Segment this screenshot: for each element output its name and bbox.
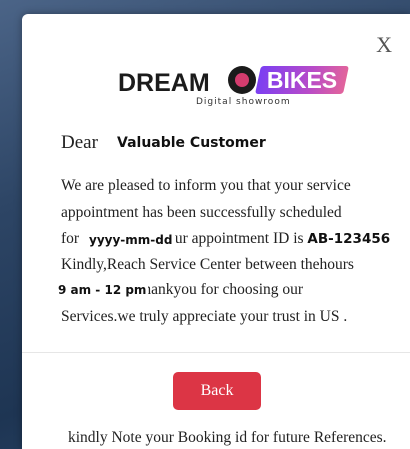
time-overlay: 9 am - 12 pm [56, 281, 149, 299]
message-line-6: Services.we truly appreciate your trust … [61, 308, 348, 325]
date-overlay: yyyy-mm-dd [86, 231, 176, 249]
logo-subtitle: Digital showroom [196, 97, 291, 107]
logo-bikes-text: BIKES [266, 67, 338, 93]
divider [22, 352, 410, 353]
message-line-4: Kindly,Reach Service Center between theh… [61, 256, 354, 273]
close-button[interactable]: X [376, 34, 392, 56]
logo-dream-text: DREAM [118, 69, 210, 97]
appointment-date: yyyy-mm-dd [89, 233, 173, 247]
message-line-3-prefix: for [61, 230, 80, 247]
message-line-1: We are pleased to inform you that your s… [61, 177, 351, 194]
greeting: Dear [61, 132, 98, 153]
message-line-3-mid: ur appointment ID is [174, 230, 304, 247]
appointment-time-range: 9 am - 12 pm [58, 283, 147, 297]
customer-name: Valuable Customer [117, 135, 266, 151]
appointment-id: AB-123456 [307, 231, 391, 247]
logo-bikes-badge: BIKES [255, 66, 349, 94]
message-line-5: .Thankyou for choosing our [130, 281, 304, 298]
message-line-2: appointment has been successfully schedu… [61, 204, 342, 221]
logo-wheel-icon [228, 66, 256, 94]
back-button[interactable]: Back [173, 372, 261, 410]
dream-bikes-logo: DREAM BIKES Digital showroom [118, 63, 349, 111]
confirmation-modal: X DREAM BIKES Digital showroom Dear Valu… [22, 14, 410, 449]
footer-note: kindly Note your Booking id for future R… [68, 429, 387, 446]
